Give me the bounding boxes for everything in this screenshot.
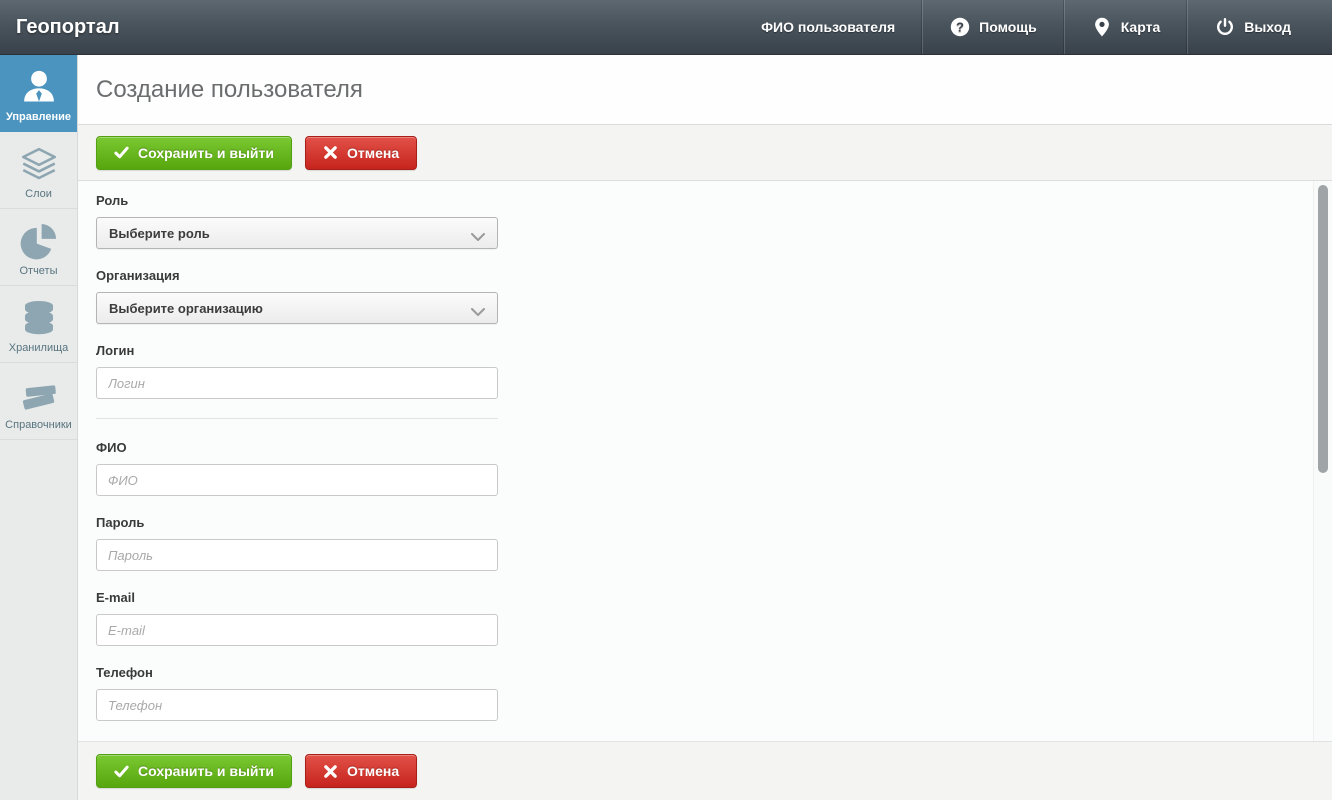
user-name-label: ФИО пользователя <box>761 19 895 35</box>
fullname-field-group: ФИО <box>96 440 498 496</box>
map-link[interactable]: Карта <box>1065 0 1188 54</box>
login-field-group: Логин <box>96 343 498 399</box>
title-bar: Создание пользователя <box>78 55 1332 125</box>
email-input[interactable] <box>96 614 498 646</box>
save-and-exit-button[interactable]: Сохранить и выйти <box>96 136 292 170</box>
svg-text:?: ? <box>956 20 964 35</box>
layers-icon <box>18 143 60 185</box>
role-field-group: Роль Выберите роль <box>96 193 498 249</box>
sidebar-item-directories[interactable]: Справочники <box>0 363 77 440</box>
check-icon <box>114 764 129 779</box>
top-toolbar: Сохранить и выйти Отмена <box>78 125 1332 181</box>
power-icon <box>1215 17 1235 37</box>
email-label: E-mail <box>96 590 498 605</box>
login-label: Логин <box>96 343 498 358</box>
sidebar-item-reports[interactable]: Отчеты <box>0 209 77 286</box>
login-input[interactable] <box>96 367 498 399</box>
header-nav: ФИО пользователя ? Помощь Карта Выход <box>734 0 1332 54</box>
fullname-label: ФИО <box>96 440 498 455</box>
sidebar-item-label: Слои <box>25 188 52 200</box>
create-user-form: Роль Выберите роль Организация Выберите … <box>78 181 1332 741</box>
help-icon: ? <box>950 17 970 37</box>
cancel-button[interactable]: Отмена <box>305 136 417 170</box>
main-content: Создание пользователя Сохранить и выйти … <box>78 55 1332 800</box>
cancel-button-label: Отмена <box>347 763 399 779</box>
sidebar-item-label: Управление <box>6 111 71 123</box>
sidebar-item-label: Справочники <box>5 419 72 431</box>
organization-select-value: Выберите организацию <box>109 301 263 316</box>
sidebar-item-management[interactable]: Управление <box>0 55 77 132</box>
password-input[interactable] <box>96 539 498 571</box>
app-brand: Геопортал <box>16 16 120 39</box>
books-icon <box>18 374 60 416</box>
scrollbar-thumb[interactable] <box>1318 185 1328 473</box>
fullname-input[interactable] <box>96 464 498 496</box>
sidebar: Управление Слои Отчеты Хранилища Справоч… <box>0 55 78 800</box>
user-icon <box>18 66 60 108</box>
phone-input[interactable] <box>96 689 498 721</box>
sidebar-item-label: Отчеты <box>19 265 57 277</box>
form-divider <box>96 418 498 419</box>
close-icon <box>323 764 338 779</box>
save-button-label: Сохранить и выйти <box>138 145 274 161</box>
organization-label: Организация <box>96 268 498 283</box>
logout-link[interactable]: Выход <box>1188 0 1318 54</box>
logout-label: Выход <box>1244 19 1291 35</box>
sidebar-item-layers[interactable]: Слои <box>0 132 77 209</box>
user-profile-link[interactable]: ФИО пользователя <box>734 0 922 54</box>
top-header: Геопортал ФИО пользователя ? Помощь Карт… <box>0 0 1332 55</box>
sidebar-item-storages[interactable]: Хранилища <box>0 286 77 363</box>
bottom-toolbar: Сохранить и выйти Отмена <box>78 741 1332 800</box>
cancel-button-label: Отмена <box>347 145 399 161</box>
password-field-group: Пароль <box>96 515 498 571</box>
close-icon <box>323 145 338 160</box>
page-title: Создание пользователя <box>96 76 363 104</box>
map-label: Карта <box>1121 19 1161 35</box>
save-and-exit-button[interactable]: Сохранить и выйти <box>96 754 292 788</box>
save-button-label: Сохранить и выйти <box>138 763 274 779</box>
check-icon <box>114 145 129 160</box>
role-label: Роль <box>96 193 498 208</box>
role-select[interactable]: Выберите роль <box>96 217 498 249</box>
sidebar-item-label: Хранилища <box>9 342 69 354</box>
scrollbar-track[interactable] <box>1313 181 1332 741</box>
pie-chart-icon <box>18 220 60 262</box>
email-field-group: E-mail <box>96 590 498 646</box>
help-link[interactable]: ? Помощь <box>923 0 1064 54</box>
organization-field-group: Организация Выберите организацию <box>96 268 498 324</box>
organization-select[interactable]: Выберите организацию <box>96 292 498 324</box>
cancel-button[interactable]: Отмена <box>305 754 417 788</box>
phone-label: Телефон <box>96 665 498 680</box>
map-pin-icon <box>1092 17 1112 37</box>
database-icon <box>18 297 60 339</box>
help-label: Помощь <box>979 19 1037 35</box>
phone-field-group: Телефон <box>96 665 498 721</box>
chevron-down-icon <box>471 229 485 237</box>
chevron-down-icon <box>471 304 485 312</box>
password-label: Пароль <box>96 515 498 530</box>
role-select-value: Выберите роль <box>109 226 210 241</box>
